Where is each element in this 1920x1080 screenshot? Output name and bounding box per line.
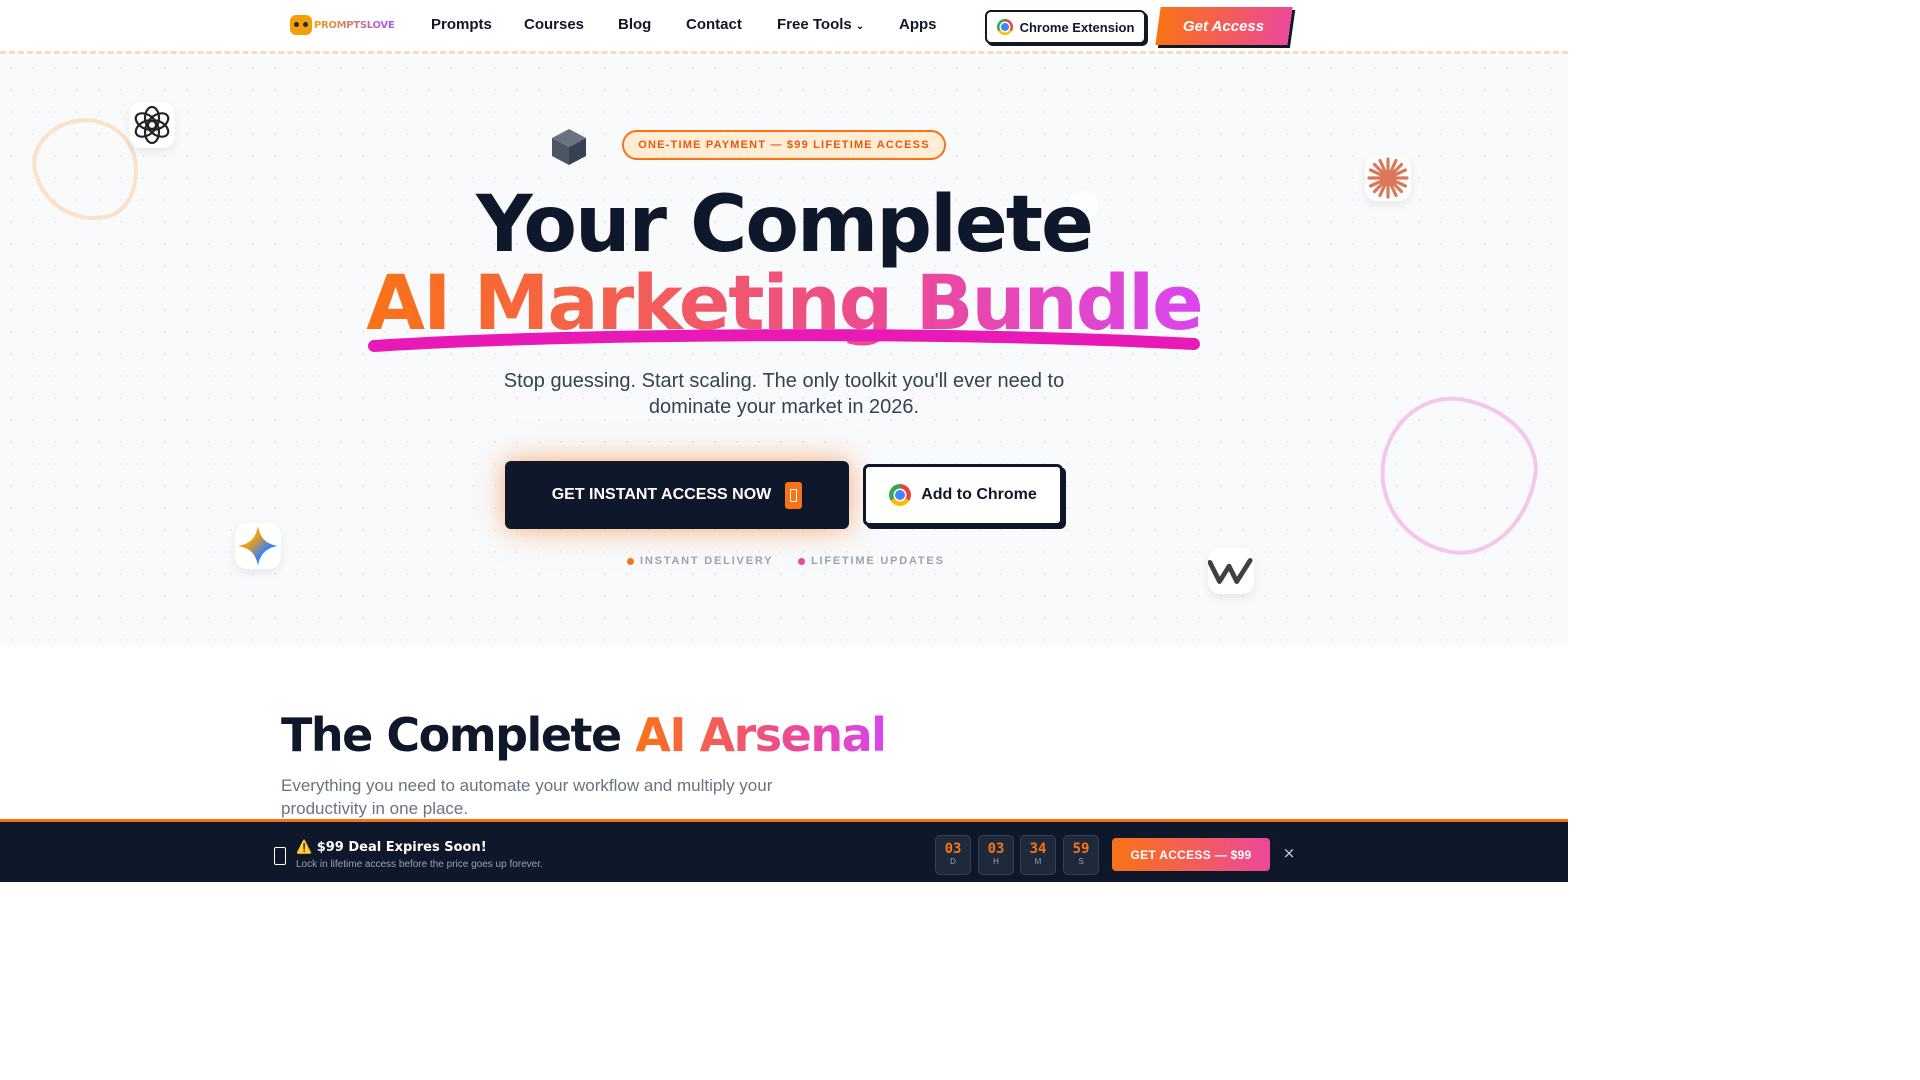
deal-subtitle: Lock in lifetime access before the price… — [296, 859, 543, 870]
close-icon[interactable]: × — [1280, 844, 1298, 862]
chrome-icon — [889, 484, 912, 506]
arsenal-title-accent: AI Arsenal — [635, 708, 887, 762]
deal-title: ⚠️ $99 Deal Expires Soon! — [296, 840, 487, 855]
countdown-value: 03 — [944, 841, 962, 857]
logo-text: PROMPTSLOVE — [314, 19, 395, 31]
nav-link-contact[interactable]: Contact — [686, 16, 742, 33]
w-logo-shape — [1208, 558, 1253, 584]
deal-countdown-bar: ⚠️ $99 Deal Expires Soon! Lock in lifeti… — [0, 819, 1568, 882]
add-to-chrome-label: Add to Chrome — [921, 486, 1037, 503]
chrome-extension-label: Chrome Extension — [1019, 19, 1135, 35]
countdown-value: 03 — [987, 841, 1005, 857]
logo-robot-icon — [290, 15, 312, 35]
pricing-badge: ONE-TIME PAYMENT — $99 LIFETIME ACCESS — [622, 130, 946, 160]
openai-logo-shape — [134, 105, 170, 145]
countdown-value: 59 — [1072, 841, 1090, 857]
countdown-unit: H — [993, 857, 999, 866]
perplexity-icon — [546, 124, 592, 170]
get-instant-access-label: GET INSTANT ACCESS NOW — [551, 486, 772, 503]
chevron-down-icon: ⌄ — [855, 21, 865, 32]
arsenal-subtitle: Everything you need to automate your wor… — [281, 776, 773, 818]
feature-instant-delivery: INSTANT DELIVERY — [627, 555, 773, 567]
phone-icon — [785, 481, 803, 509]
nav-link-blog[interactable]: Blog — [618, 16, 651, 33]
get-access-label: Get Access — [1183, 17, 1265, 35]
hero-subtitle: Stop guessing. Start scaling. The only t… — [503, 370, 1065, 418]
countdown-unit: D — [950, 857, 956, 866]
writesonic-icon — [1208, 548, 1254, 594]
countdown-hours: 03 H — [978, 835, 1014, 875]
feature-label: LIFETIME UPDATES — [811, 555, 945, 567]
countdown-seconds: 59 S — [1063, 835, 1099, 875]
nav-link-free-tools-label: Free Tools — [777, 16, 852, 33]
countdown-unit: M — [1034, 857, 1042, 866]
top-navigation: PROMPTSLOVE Prompts Courses Blog Contact… — [0, 0, 1568, 54]
openai-icon — [129, 102, 175, 148]
countdown-days: 03 D — [935, 835, 971, 875]
chrome-extension-button[interactable]: Chrome Extension — [985, 10, 1146, 44]
arsenal-title-plain: The Complete — [281, 708, 636, 762]
title-underline-swoosh — [368, 329, 1200, 352]
countdown-unit: S — [1078, 857, 1084, 866]
phone-icon — [274, 847, 286, 865]
feature-label: INSTANT DELIVERY — [640, 555, 774, 567]
gemini-icon — [235, 523, 281, 569]
deal-get-access-button[interactable]: GET ACCESS — $99 — [1112, 838, 1270, 871]
add-to-chrome-button[interactable]: Add to Chrome — [863, 464, 1063, 526]
feature-lifetime-updates: LIFETIME UPDATES — [798, 555, 945, 567]
hero-title-line1: Your Complete — [476, 180, 1094, 270]
countdown-minutes: 34 M — [1020, 835, 1056, 875]
nav-link-prompts[interactable]: Prompts — [431, 16, 492, 33]
gemini-sparkle-shape — [238, 526, 278, 566]
nav-link-apps[interactable]: Apps — [899, 16, 937, 33]
logo[interactable]: PROMPTSLOVE — [290, 14, 395, 36]
countdown-value: 34 — [1029, 841, 1047, 857]
bullet-dot — [627, 557, 634, 565]
bullet-dot — [798, 557, 805, 565]
get-access-button[interactable]: Get Access — [1155, 7, 1293, 45]
nav-link-free-tools[interactable]: Free Tools ⌄ — [777, 16, 864, 33]
arsenal-title: The Complete AI Arsenal — [281, 705, 887, 765]
chrome-icon — [996, 19, 1013, 35]
nav-link-courses[interactable]: Courses — [524, 16, 584, 33]
cube-logo-shape — [552, 129, 586, 165]
get-instant-access-button[interactable]: GET INSTANT ACCESS NOW — [505, 461, 849, 529]
